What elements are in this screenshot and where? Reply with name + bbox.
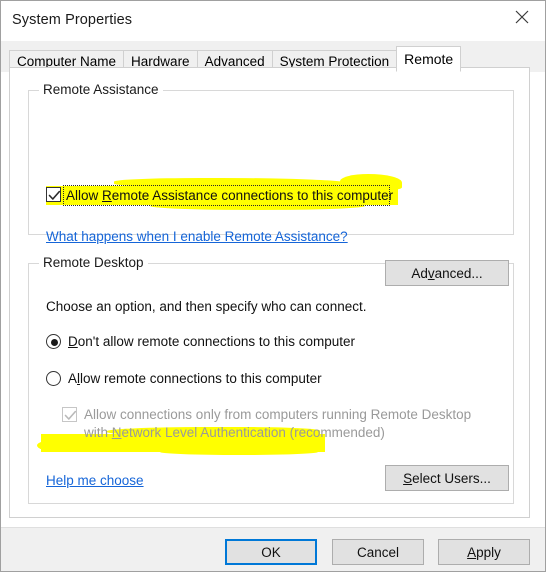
select-users-button[interactable]: Select Users...: [385, 465, 509, 491]
close-icon[interactable]: [499, 1, 545, 33]
network-level-authentication-label-line2: with Network Level Authentication (recom…: [84, 425, 385, 440]
remote-assistance-group: Remote Assistance: [28, 82, 514, 235]
system-properties-dialog: System Properties Computer Name Hardware…: [0, 0, 546, 572]
radio-circle: [46, 334, 61, 349]
window-title: System Properties: [12, 12, 133, 28]
remote-assistance-group-title: Remote Assistance: [39, 82, 163, 97]
remote-desktop-group-title: Remote Desktop: [39, 255, 148, 270]
help-me-choose-link[interactable]: Help me choose: [46, 473, 144, 488]
remote-tab-panel: Remote Assistance Allow Remote Assistanc…: [9, 67, 530, 518]
ok-button[interactable]: OK: [225, 539, 317, 565]
advanced-button[interactable]: Ad v anced...: [385, 260, 509, 286]
dont-allow-remote-connections-label[interactable]: Don't allow remote connections to this c…: [68, 334, 355, 349]
dialog-footer: OK Cancel Apply: [1, 527, 545, 571]
check-icon: [64, 410, 77, 420]
remote-assistance-help-link[interactable]: What happens when I enable Remote Assist…: [46, 229, 348, 244]
checkbox-box: [62, 407, 77, 422]
apply-button[interactable]: Apply: [438, 539, 530, 565]
check-icon: [48, 190, 61, 200]
allow-remote-connections-label[interactable]: Allow remote connections to this compute…: [68, 371, 322, 386]
checkbox-box: [46, 187, 61, 202]
dont-allow-remote-connections-radio[interactable]: [46, 334, 62, 350]
network-level-authentication-label-line1: Allow connections only from computers ru…: [84, 407, 472, 422]
tab-remote[interactable]: Remote: [396, 46, 462, 72]
radio-dot: [51, 339, 58, 346]
cancel-button[interactable]: Cancel: [332, 539, 424, 565]
remote-desktop-instruction: Choose an option, and then specify who c…: [46, 299, 367, 314]
allow-remote-assistance-label[interactable]: Allow Remote Assistance connections to t…: [66, 188, 393, 203]
network-level-authentication-checkbox: [62, 407, 78, 423]
radio-circle: [46, 371, 61, 386]
title-bar: System Properties: [1, 1, 545, 41]
allow-remote-connections-radio[interactable]: [46, 371, 62, 387]
allow-remote-assistance-checkbox[interactable]: [46, 187, 62, 203]
